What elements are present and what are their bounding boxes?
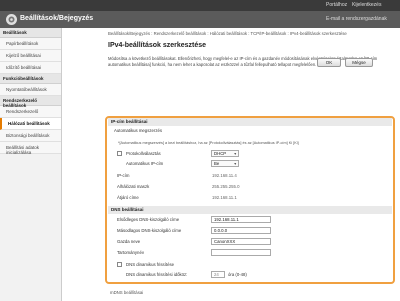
sidebar-section-function: Funkcióbeállítások — [0, 74, 61, 84]
dns-interval-label: DNS dinamikus frissítési időköz: — [126, 272, 188, 277]
ok-button[interactable]: OK — [317, 58, 341, 67]
chevron-down-icon: ▼ — [233, 162, 237, 166]
settings-logo-icon — [6, 14, 17, 25]
primary-dns-field[interactable]: 192.168.11.1 — [211, 216, 271, 223]
auto-ip-select[interactable]: Be ▼ — [211, 160, 239, 167]
dns-interval-unit: óra (0-48) — [228, 272, 247, 277]
sidebar-item-network[interactable]: Hálózati beállítások — [0, 118, 61, 130]
auto-note: *[Automatikus megszerzés] a kezi beállít… — [118, 141, 299, 145]
sidebar-section-settings: Beállítások — [0, 28, 61, 38]
sidebar-section-system: Rendszerkezelő beállítások — [0, 96, 61, 108]
mdns-section-header: mDNS beállításai — [110, 290, 144, 295]
gateway-value: 192.168.11.1 — [212, 195, 237, 200]
auto-ip-value: Be — [214, 161, 220, 166]
cancel-button[interactable]: Mégse — [345, 58, 373, 67]
protocol-value: DHCP — [214, 151, 227, 156]
page-title: IPv4-beállítások szerkesztése — [108, 42, 207, 49]
sidebar-item-printer[interactable]: Nyomtatóbeállítások — [0, 84, 61, 96]
sidebar-item-security[interactable]: Biztonsági beállítások — [0, 130, 61, 142]
mask-label: Alhálózati maszk — [117, 184, 150, 189]
mask-value: 255.255.255.0 — [212, 184, 240, 189]
sidebar-item-paper[interactable]: Papírbeállítások — [0, 38, 61, 50]
breadcrumb: Beállítások/Bejegyzés : Rendszerkezelő b… — [108, 31, 347, 36]
host-name-label: Gazda neve — [117, 239, 141, 244]
sidebar-item-timer[interactable]: Időzítő beállításai — [0, 62, 61, 74]
dynamic-dns-checkbox[interactable] — [117, 262, 122, 267]
ip-section-header: IP-cím beállításai — [108, 118, 392, 126]
logout-link[interactable]: Kijelentkezés — [352, 2, 381, 8]
dynamic-dns-label: DNS dinamikus frissítése — [126, 262, 174, 267]
auto-acquire-label: Automatikus megszerzés — [114, 128, 163, 133]
gateway-label: Átjáró címe — [117, 195, 139, 200]
sidebar-item-initialize[interactable]: Beállítási adatok inicializálása — [0, 142, 61, 155]
ip-label: IP-cím — [117, 173, 130, 178]
portal-link[interactable]: Portálhoz — [326, 2, 347, 8]
primary-dns-label: Elsődleges DNS-kiszolgáló címe — [117, 217, 180, 222]
domain-name-field[interactable] — [211, 249, 271, 256]
protocol-label: Protokollválasztás — [126, 151, 161, 156]
sidebar: Beállítások Papírbeállítások Kijelző beá… — [0, 28, 62, 301]
secondary-dns-field[interactable]: 0.0.0.0 — [211, 227, 271, 234]
app-title: Beállítások/Bejegyzés — [20, 15, 94, 22]
auto-ip-label: Automatikus IP-cím — [126, 161, 164, 166]
protocol-select[interactable]: DHCP ▼ — [211, 150, 239, 157]
protocol-checkbox[interactable] — [117, 151, 122, 156]
ip-value: 192.168.11.4 — [212, 173, 237, 178]
app-header: Beállítások/Bejegyzés E-mail a rendszerg… — [0, 11, 400, 28]
top-bar: Portálhoz Kijelentkezés — [0, 0, 400, 11]
mail-admin-link[interactable]: E-mail a rendszergazdának — [326, 16, 387, 22]
sidebar-item-display[interactable]: Kijelző beállításai — [0, 50, 61, 62]
host-name-field[interactable]: CanonXXX — [211, 238, 271, 245]
dns-section-header: DNS beállításai — [108, 206, 392, 214]
secondary-dns-label: Másodlagos DNS-kiszolgáló címe — [117, 228, 182, 233]
dns-interval-field[interactable]: 24 — [211, 271, 225, 278]
domain-name-label: Tartománynév — [117, 250, 144, 255]
chevron-down-icon: ▼ — [233, 152, 237, 156]
